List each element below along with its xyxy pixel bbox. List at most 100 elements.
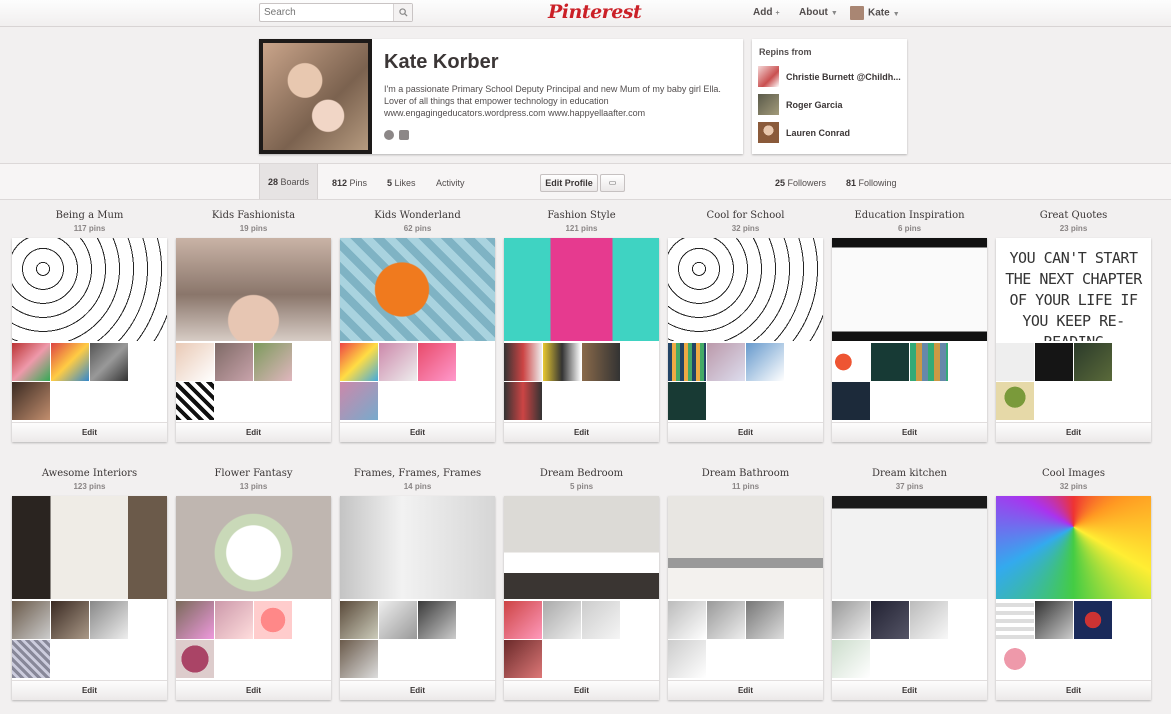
pin-thumbnail[interactable]	[340, 601, 378, 639]
facebook-icon[interactable]	[399, 130, 409, 140]
board-card[interactable]: Kids Wonderland 62 pins Edit	[340, 210, 495, 442]
profile-widget-button[interactable]: ▭	[600, 174, 625, 192]
board-title[interactable]: Fashion Style	[504, 210, 659, 224]
board-title[interactable]: Flower Fantasy	[176, 468, 331, 482]
pin-thumbnail[interactable]	[832, 382, 870, 420]
board-title[interactable]: Cool for School	[668, 210, 823, 224]
board-title[interactable]: Kids Fashionista	[176, 210, 331, 224]
pin-thumbnail[interactable]	[543, 601, 581, 639]
board-cover-image[interactable]	[668, 238, 823, 341]
pin-thumbnail[interactable]	[832, 601, 870, 639]
followers-link[interactable]: 25 Followers	[775, 178, 826, 188]
pin-thumbnail[interactable]	[254, 343, 292, 381]
pin-thumbnail[interactable]	[379, 601, 417, 639]
board-edit-button[interactable]: Edit	[12, 680, 167, 700]
pin-thumbnail[interactable]	[746, 343, 784, 381]
pin-thumbnail[interactable]	[1035, 343, 1073, 381]
board-card[interactable]: Cool Images 32 pins Edit	[996, 468, 1151, 700]
pin-thumbnail[interactable]	[51, 601, 89, 639]
board-edit-button[interactable]: Edit	[12, 422, 167, 442]
pin-thumbnail[interactable]	[176, 382, 214, 420]
board-title[interactable]: Education Inspiration	[832, 210, 987, 224]
pin-thumbnail[interactable]	[215, 343, 253, 381]
pin-thumbnail[interactable]	[504, 640, 542, 678]
pin-thumbnail[interactable]	[12, 640, 50, 678]
user-menu[interactable]: Kate ▼	[850, 6, 900, 20]
pinterest-logo[interactable]: Pinterest	[548, 1, 642, 23]
search-button[interactable]	[393, 4, 412, 21]
add-menu[interactable]: Add +	[753, 7, 780, 18]
search-box[interactable]	[259, 3, 413, 22]
pin-thumbnail[interactable]	[12, 601, 50, 639]
pin-thumbnail[interactable]	[996, 343, 1034, 381]
pin-thumbnail[interactable]	[1074, 343, 1112, 381]
tab-boards[interactable]: 28 Boards	[259, 164, 319, 199]
repin-source[interactable]: Christie Burnett @Childh...	[758, 66, 903, 87]
board-edit-button[interactable]: Edit	[668, 680, 823, 700]
pin-thumbnail[interactable]	[1074, 601, 1112, 639]
website-globe-icon[interactable]	[384, 130, 394, 140]
board-card[interactable]: Flower Fantasy 13 pins Edit	[176, 468, 331, 700]
pin-thumbnail[interactable]	[871, 601, 909, 639]
tab-likes[interactable]: 5 Likes	[387, 178, 416, 188]
board-card[interactable]: Dream Bedroom 5 pins Edit	[504, 468, 659, 700]
board-edit-button[interactable]: Edit	[340, 422, 495, 442]
pin-thumbnail[interactable]	[340, 382, 378, 420]
board-title[interactable]: Cool Images	[996, 468, 1151, 482]
pin-thumbnail[interactable]	[707, 601, 745, 639]
board-card[interactable]: Kids Fashionista 19 pins Edit	[176, 210, 331, 442]
board-card[interactable]: Education Inspiration 6 pins Edit	[832, 210, 987, 442]
board-edit-button[interactable]: Edit	[176, 422, 331, 442]
board-card[interactable]: Fashion Style 121 pins Edit	[504, 210, 659, 442]
board-edit-button[interactable]: Edit	[996, 680, 1151, 700]
pin-thumbnail[interactable]	[996, 640, 1034, 678]
pin-thumbnail[interactable]	[418, 601, 456, 639]
pin-thumbnail[interactable]	[668, 382, 706, 420]
pin-thumbnail[interactable]	[996, 382, 1034, 420]
pin-thumbnail[interactable]	[707, 343, 745, 381]
board-title[interactable]: Awesome Interiors	[12, 468, 167, 482]
about-menu[interactable]: About ▼	[799, 7, 838, 18]
pin-thumbnail[interactable]	[504, 601, 542, 639]
pin-thumbnail[interactable]	[668, 640, 706, 678]
board-card[interactable]: Cool for School 32 pins Edit	[668, 210, 823, 442]
pin-thumbnail[interactable]	[504, 343, 542, 381]
board-card[interactable]: Being a Mum 117 pins Edit	[12, 210, 167, 442]
pin-thumbnail[interactable]	[543, 343, 581, 381]
board-cover-image[interactable]	[176, 496, 331, 599]
board-cover-image[interactable]	[996, 496, 1151, 599]
pin-thumbnail[interactable]	[668, 601, 706, 639]
board-title[interactable]: Being a Mum	[12, 210, 167, 224]
repin-source[interactable]: Lauren Conrad	[758, 122, 903, 143]
board-title[interactable]: Dream kitchen	[832, 468, 987, 482]
board-edit-button[interactable]: Edit	[504, 422, 659, 442]
board-edit-button[interactable]: Edit	[340, 680, 495, 700]
board-edit-button[interactable]: Edit	[832, 422, 987, 442]
board-cover-quote[interactable]: YOU CAN'T START THE NEXT CHAPTER OF YOUR…	[996, 238, 1151, 341]
pin-thumbnail[interactable]	[910, 343, 948, 381]
pin-thumbnail[interactable]	[51, 343, 89, 381]
board-card[interactable]: Awesome Interiors 123 pins Edit	[12, 468, 167, 700]
board-cover-image[interactable]	[668, 496, 823, 599]
pin-thumbnail[interactable]	[996, 601, 1034, 639]
pin-thumbnail[interactable]	[176, 640, 214, 678]
pin-thumbnail[interactable]	[668, 343, 706, 381]
board-edit-button[interactable]: Edit	[176, 680, 331, 700]
board-edit-button[interactable]: Edit	[832, 680, 987, 700]
board-edit-button[interactable]: Edit	[668, 422, 823, 442]
search-input[interactable]	[260, 4, 393, 21]
pin-thumbnail[interactable]	[504, 382, 542, 420]
tab-activity[interactable]: Activity	[436, 178, 465, 188]
board-title[interactable]: Frames, Frames, Frames	[340, 468, 495, 482]
pin-thumbnail[interactable]	[90, 343, 128, 381]
board-card[interactable]: Great Quotes 23 pins YOU CAN'T START THE…	[996, 210, 1151, 442]
pin-thumbnail[interactable]	[176, 601, 214, 639]
board-cover-image[interactable]	[176, 238, 331, 341]
pin-thumbnail[interactable]	[254, 601, 292, 639]
board-edit-button[interactable]: Edit	[504, 680, 659, 700]
board-cover-image[interactable]	[12, 238, 167, 341]
board-cover-image[interactable]	[340, 496, 495, 599]
pin-thumbnail[interactable]	[418, 343, 456, 381]
pin-thumbnail[interactable]	[746, 601, 784, 639]
pin-thumbnail[interactable]	[176, 343, 214, 381]
